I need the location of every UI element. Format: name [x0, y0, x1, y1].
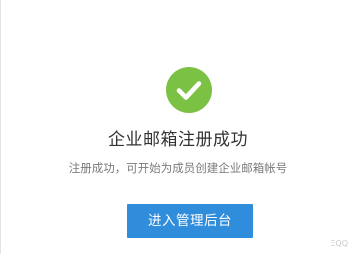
left-divider [0, 0, 1, 254]
page-title: 企业邮箱注册成功 [108, 130, 248, 150]
watermark-logo: ΞQQ [330, 239, 348, 248]
check-circle-icon [166, 67, 212, 113]
enter-admin-console-button[interactable]: 进入管理后台 [127, 204, 253, 238]
success-message: 注册成功，可开始为成员创建企业邮箱帐号 [68, 161, 288, 175]
check-mark-icon [176, 81, 202, 100]
registration-success-page: 企业邮箱注册成功 注册成功，可开始为成员创建企业邮箱帐号 进入管理后台 ΞQQ [0, 0, 356, 254]
